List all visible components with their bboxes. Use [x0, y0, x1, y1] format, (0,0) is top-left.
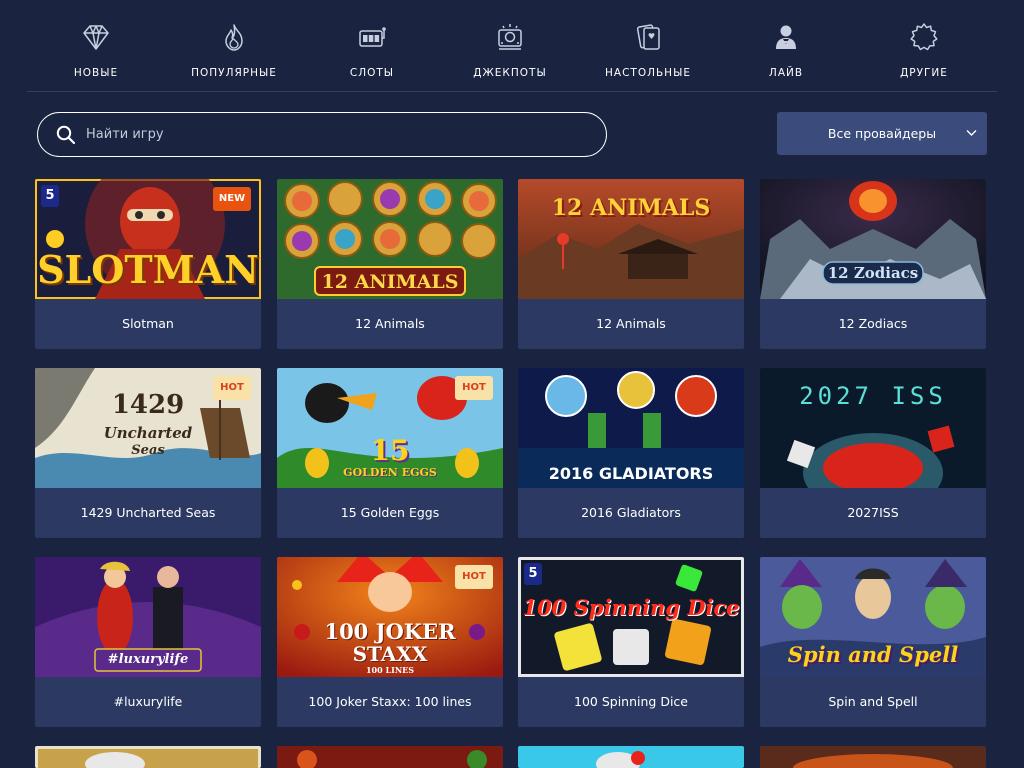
- thumbnail-title: SLOTMAN: [37, 247, 259, 292]
- thumbnail-title: 100 Spinning Dice: [522, 595, 740, 620]
- game-grid: 5 SLOTMAN NEW Slotman 12 ANIMALS 12 Anim…: [0, 0, 1024, 768]
- game-thumbnail: 100 JOKER STAXX 100 LINES HOT: [277, 557, 503, 677]
- thumbnail-title: #luxurylife: [107, 652, 189, 667]
- game-card-partial[interactable]: [35, 746, 261, 768]
- provider-mark: 5: [524, 563, 542, 585]
- thumbnail-title: Spin and Spell: [787, 642, 959, 667]
- game-title: 100 Joker Staxx: 100 lines: [308, 694, 472, 709]
- thumbnail-title: 12 ANIMALS: [551, 195, 711, 221]
- game-title: 12 Animals: [355, 316, 425, 331]
- game-thumbnail: 1429 Uncharted Seas HOT: [35, 368, 261, 488]
- game-card[interactable]: 2027 ISS 2027ISS: [760, 368, 986, 538]
- thumbnail-subtitle: Seas: [131, 443, 165, 458]
- game-title: Spin and Spell: [828, 694, 918, 709]
- game-title: 12 Animals: [596, 316, 666, 331]
- thumbnail-title: 12 Zodiacs: [827, 264, 919, 282]
- game-thumbnail: 15 GOLDEN EGGS HOT: [277, 368, 503, 488]
- game-title: 1429 Uncharted Seas: [80, 505, 216, 520]
- game-title: #luxurylife: [113, 694, 183, 709]
- thumbnail-subtitle: GOLDEN EGGS: [343, 466, 437, 479]
- game-card-partial[interactable]: [518, 746, 744, 768]
- game-thumbnail: [277, 746, 503, 768]
- game-thumbnail: 12 Zodiacs: [760, 179, 986, 299]
- game-title: 100 Spinning Dice: [574, 694, 688, 709]
- game-card-partial[interactable]: [760, 746, 986, 768]
- thumbnail-title: 15: [370, 434, 410, 467]
- new-badge: NEW: [213, 187, 251, 211]
- game-thumbnail: 12 ANIMALS: [518, 179, 744, 299]
- game-thumbnail: [518, 746, 744, 768]
- game-thumbnail: 5 100 Spinning Dice: [518, 557, 744, 677]
- game-thumbnail: [760, 746, 986, 768]
- game-card[interactable]: 5 100 Spinning Dice 100 Spinning Dice: [518, 557, 744, 727]
- thumbnail-title: 100 JOKER: [324, 619, 456, 644]
- game-thumbnail: 2016 GLADIATORS: [518, 368, 744, 488]
- game-card[interactable]: 2016 GLADIATORS 2016 Gladiators: [518, 368, 744, 538]
- game-title: Slotman: [122, 316, 174, 331]
- game-thumbnail: 5 SLOTMAN NEW: [35, 179, 261, 299]
- game-card[interactable]: 12 ANIMALS 12 Animals: [277, 179, 503, 349]
- game-title: 15 Golden Eggs: [340, 505, 440, 520]
- game-card[interactable]: 15 GOLDEN EGGS HOT 15 Golden Eggs: [277, 368, 503, 538]
- game-title: 2016 Gladiators: [581, 505, 681, 520]
- game-thumbnail: [35, 746, 261, 768]
- game-card[interactable]: 100 JOKER STAXX 100 LINES HOT 100 Joker …: [277, 557, 503, 727]
- game-card-partial[interactable]: [277, 746, 503, 768]
- game-card[interactable]: Spin and Spell Spin and Spell: [760, 557, 986, 727]
- thumbnail-subtitle: Uncharted: [103, 424, 193, 442]
- hot-badge: HOT: [213, 376, 251, 400]
- game-card[interactable]: #luxurylife #luxurylife: [35, 557, 261, 727]
- game-card[interactable]: 12 Zodiacs 12 Zodiacs: [760, 179, 986, 349]
- thumbnail-title: 2016 GLADIATORS: [548, 464, 714, 483]
- game-title: 2027ISS: [847, 505, 899, 520]
- game-card[interactable]: 1429 Uncharted Seas HOT 1429 Uncharted S…: [35, 368, 261, 538]
- game-card[interactable]: 5 SLOTMAN NEW Slotman: [35, 179, 261, 349]
- hot-badge: HOT: [455, 565, 493, 589]
- game-title: 12 Zodiacs: [838, 316, 908, 331]
- game-card[interactable]: 12 ANIMALS 12 Animals: [518, 179, 744, 349]
- game-thumbnail: 12 ANIMALS: [277, 179, 503, 299]
- game-thumbnail: 2027 ISS: [760, 368, 986, 488]
- thumbnail-title: 2027 ISS: [799, 382, 947, 410]
- thumbnail-subtitle: 100 LINES: [365, 665, 415, 675]
- thumbnail-title: 12 ANIMALS: [321, 271, 459, 293]
- game-thumbnail: Spin and Spell: [760, 557, 986, 677]
- provider-mark: 5: [41, 185, 59, 207]
- hot-badge: HOT: [455, 376, 493, 400]
- game-thumbnail: #luxurylife: [35, 557, 261, 677]
- thumbnail-subtitle: STAXX: [352, 642, 428, 666]
